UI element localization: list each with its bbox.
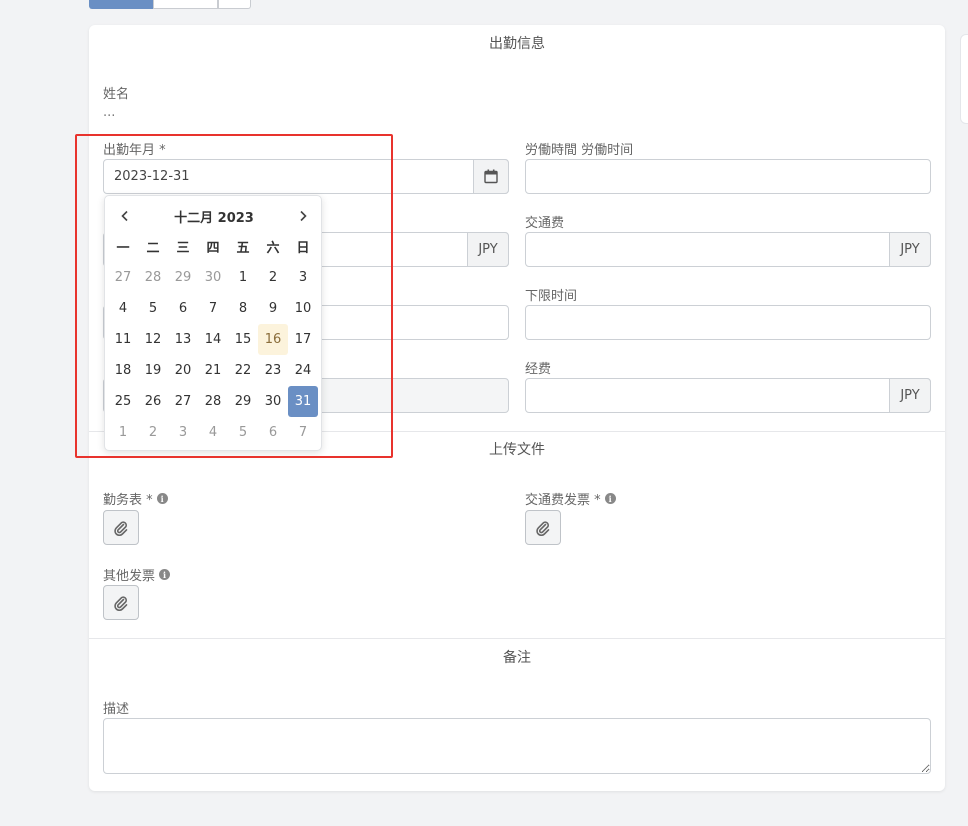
transport-input[interactable]: JPY <box>525 232 931 267</box>
side-panel-stub <box>960 34 968 124</box>
left-amount-currency: JPY <box>467 232 509 267</box>
section-title-remarks: 备注 <box>503 650 531 666</box>
transport-invoice-label-text: 交通费发票 * <box>525 493 601 508</box>
section-title-attendance: 出勤信息 <box>489 36 545 52</box>
day-cell[interactable]: 19 <box>138 355 168 386</box>
day-cell[interactable]: 4 <box>198 417 228 448</box>
other-invoice-label: 其他发票 i <box>103 565 171 584</box>
day-cell[interactable]: 2 <box>258 262 288 293</box>
day-cell[interactable]: 18 <box>108 355 138 386</box>
day-cell[interactable]: 27 <box>108 262 138 293</box>
month-input[interactable]: 2023-12-31 <box>103 159 509 194</box>
weekday-header: 五 <box>236 241 250 256</box>
day-cell[interactable]: 7 <box>288 417 318 448</box>
transport-invoice-attach-button[interactable] <box>525 510 561 545</box>
lower-limit-input[interactable] <box>525 305 931 340</box>
expense-input[interactable]: JPY <box>525 378 931 413</box>
timesheet-label-text: 勤务表 * <box>103 493 153 508</box>
day-cell[interactable]: 29 <box>168 262 198 293</box>
name-label: 姓名 <box>103 87 130 102</box>
expense-label: 经费 <box>525 362 552 377</box>
day-cell[interactable]: 27 <box>168 386 198 417</box>
divider-remarks <box>89 638 945 639</box>
day-cell[interactable]: 4 <box>108 293 138 324</box>
calendar-icon <box>484 169 498 184</box>
chevron-right-icon <box>300 210 307 222</box>
day-cell[interactable]: 1 <box>228 262 258 293</box>
day-cell[interactable]: 28 <box>138 262 168 293</box>
description-label: 描述 <box>103 702 130 717</box>
day-cell[interactable]: 26 <box>138 386 168 417</box>
day-cell[interactable]: 2 <box>138 417 168 448</box>
info-icon[interactable]: i <box>159 569 171 580</box>
transport-currency: JPY <box>889 232 931 267</box>
weekday-header: 六 <box>266 241 280 256</box>
day-cell[interactable]: 11 <box>108 324 138 355</box>
weekday-header: 二 <box>146 241 160 256</box>
weekday-header: 日 <box>296 241 310 256</box>
day-cell[interactable]: 13 <box>168 324 198 355</box>
expense-currency: JPY <box>889 378 931 413</box>
month-label: 出勤年月 * <box>103 143 166 158</box>
day-cell-selected[interactable]: 31 <box>288 386 318 417</box>
day-cell[interactable]: 25 <box>108 386 138 417</box>
day-cell[interactable]: 9 <box>258 293 288 324</box>
day-cell[interactable]: 30 <box>198 262 228 293</box>
work-time-label: 労働時間 労働时间 <box>525 143 634 158</box>
weekday-header: 三 <box>176 241 190 256</box>
day-cell[interactable]: 17 <box>288 324 318 355</box>
day-cell[interactable]: 29 <box>228 386 258 417</box>
name-value: ... <box>103 105 116 120</box>
prev-month-button[interactable] <box>113 204 137 228</box>
day-cell[interactable]: 1 <box>108 417 138 448</box>
day-cell[interactable]: 7 <box>198 293 228 324</box>
description-textarea[interactable] <box>103 718 931 774</box>
month-input-value: 2023-12-31 <box>114 169 190 184</box>
timesheet-label: 勤务表 * i <box>103 489 168 508</box>
datepicker-popup: 十二月 2023 一二三四五六日 27 28 29 30 1 2 3 4 5 6 7 8 9 10 11 12 1… <box>104 195 322 451</box>
info-icon[interactable]: i <box>156 493 168 504</box>
day-cell[interactable]: 3 <box>168 417 198 448</box>
day-cell[interactable]: 15 <box>228 324 258 355</box>
paperclip-icon <box>114 595 128 611</box>
calendar-button[interactable] <box>473 159 509 194</box>
day-cell[interactable]: 30 <box>258 386 288 417</box>
day-cell[interactable]: 12 <box>138 324 168 355</box>
datepicker-grid: 一二三四五六日 27 28 29 30 1 2 3 4 5 6 7 8 9 10 11 12 13 14 15 16 17… <box>108 231 318 448</box>
paperclip-icon <box>536 520 550 536</box>
day-cell[interactable]: 5 <box>228 417 258 448</box>
day-cell-today[interactable]: 16 <box>258 324 288 355</box>
day-cell[interactable]: 10 <box>288 293 318 324</box>
day-cell[interactable]: 20 <box>168 355 198 386</box>
weekday-header: 一 <box>116 241 130 256</box>
day-cell[interactable]: 23 <box>258 355 288 386</box>
weekday-header: 四 <box>206 241 220 256</box>
datepicker-header: 十二月 2023 <box>105 204 323 228</box>
other-invoice-attach-button[interactable] <box>103 585 139 620</box>
day-cell[interactable]: 3 <box>288 262 318 293</box>
timesheet-attach-button[interactable] <box>103 510 139 545</box>
paperclip-icon <box>114 520 128 536</box>
day-cell[interactable]: 8 <box>228 293 258 324</box>
work-time-input[interactable] <box>525 159 931 194</box>
other-invoice-label-text: 其他发票 <box>103 569 156 584</box>
top-tab-active[interactable] <box>89 0 153 9</box>
day-cell[interactable]: 6 <box>168 293 198 324</box>
day-cell[interactable]: 14 <box>198 324 228 355</box>
day-cell[interactable]: 21 <box>198 355 228 386</box>
chevron-left-icon <box>121 210 128 222</box>
day-cell[interactable]: 5 <box>138 293 168 324</box>
info-icon[interactable]: i <box>604 493 616 504</box>
top-tab-3[interactable] <box>218 0 251 9</box>
top-tab-2[interactable] <box>153 0 218 9</box>
day-cell[interactable]: 24 <box>288 355 318 386</box>
next-month-button[interactable] <box>291 204 315 228</box>
top-tab-group <box>89 0 251 9</box>
day-cell[interactable]: 22 <box>228 355 258 386</box>
transport-label: 交通费 <box>525 216 565 231</box>
lower-limit-label: 下限时间 <box>525 289 578 304</box>
day-cell[interactable]: 28 <box>198 386 228 417</box>
transport-invoice-label: 交通费发票 * i <box>525 489 616 508</box>
day-cell[interactable]: 6 <box>258 417 288 448</box>
